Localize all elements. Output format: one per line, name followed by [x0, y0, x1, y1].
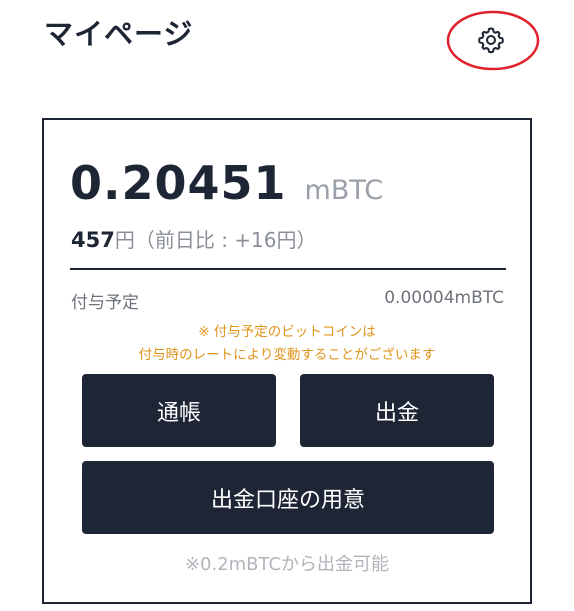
- gear-icon: [478, 27, 504, 54]
- pending-value: 0.00004mBTC: [384, 288, 504, 308]
- yen-value: 457: [71, 228, 115, 252]
- prepare-account-button[interactable]: 出金口座の用意: [82, 461, 494, 534]
- divider: [70, 268, 506, 270]
- settings-button[interactable]: [473, 22, 509, 58]
- yen-change: 円（前日比 : +16円）: [114, 228, 317, 252]
- settings-area: [445, 9, 541, 72]
- withdraw-minimum-note: ※0.2mBTCから出金可能: [184, 554, 390, 575]
- balance-row: 0.20451 mBTC: [70, 156, 383, 210]
- balance-unit: mBTC: [304, 175, 384, 206]
- pending-label: 付与予定: [71, 293, 139, 313]
- pending-note-line2: 付与時のレートにより変動することがございます: [138, 347, 436, 363]
- my-page: マイページ 0.20451 mBTC 457 円（前日比 : +16円） 付与予…: [0, 0, 574, 611]
- page-title: マイページ: [44, 17, 194, 51]
- withdraw-button[interactable]: 出金: [300, 374, 494, 447]
- yen-equivalent: 457 円（前日比 : +16円）: [71, 224, 317, 253]
- pending-note-line1: ※ 付与予定のビットコインは: [198, 324, 376, 340]
- balance-card: 0.20451 mBTC 457 円（前日比 : +16円） 付与予定 0.00…: [42, 118, 532, 604]
- balance-value: 0.20451: [70, 156, 287, 210]
- passbook-button[interactable]: 通帳: [82, 374, 276, 447]
